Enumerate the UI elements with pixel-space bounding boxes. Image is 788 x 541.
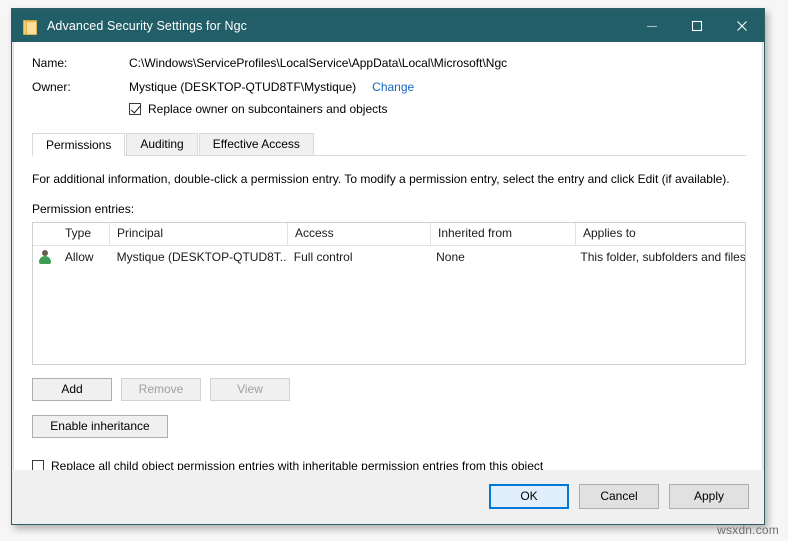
table-header-principal[interactable]: Principal: [110, 223, 288, 245]
table-header-applies-to[interactable]: Applies to: [576, 223, 745, 245]
name-label: Name:: [32, 56, 68, 70]
tab-permissions[interactable]: Permissions: [32, 133, 126, 156]
replace-owner-checkbox[interactable]: [129, 103, 141, 115]
row-access: Full control: [293, 249, 353, 264]
user-icon: [38, 249, 52, 264]
name-value: C:\Windows\ServiceProfiles\LocalService\…: [129, 56, 508, 70]
folder-icon: [22, 18, 38, 35]
row-applies-to: This folder, subfolders and files: [580, 249, 746, 264]
dialog-body: APPUALS Name: C:\Windows\ServiceProfiles…: [13, 42, 763, 470]
table-header-icon-spacer: [33, 223, 58, 245]
table-header-row: Type Principal Access Inherited from App…: [33, 223, 745, 246]
row-inherited-from: None: [436, 249, 465, 264]
replace-owner-label: Replace owner on subcontainers and objec…: [148, 102, 388, 116]
row-user-icon-cell: [33, 249, 58, 264]
replace-owner-checkbox-row[interactable]: Replace owner on subcontainers and objec…: [129, 102, 746, 116]
table-header-access[interactable]: Access: [288, 223, 431, 245]
table-header-inherited-from[interactable]: Inherited from: [431, 223, 576, 245]
tab-strip: Permissions Auditing Effective Access: [32, 132, 746, 156]
cancel-button[interactable]: Cancel: [579, 484, 659, 509]
remove-button: Remove: [121, 378, 201, 401]
permission-entries-label: Permission entries:: [32, 202, 135, 216]
wsxdn-watermark: wsxdn.com: [717, 523, 779, 537]
change-owner-link[interactable]: Change: [372, 80, 414, 94]
dialog-footer: OK Cancel Apply: [13, 470, 763, 523]
table-row[interactable]: Allow Mystique (DESKTOP-QTUD8T... Full c…: [33, 246, 745, 267]
row-type: Allow: [64, 249, 94, 264]
row-principal: Mystique (DESKTOP-QTUD8T...: [116, 249, 287, 264]
entry-action-buttons: Add Remove View: [32, 378, 746, 401]
window-title: Advanced Security Settings for Ngc: [47, 18, 248, 33]
apply-button[interactable]: Apply: [669, 484, 749, 509]
replace-all-child-label: Replace all child object permission entr…: [51, 459, 544, 470]
owner-row: Owner: Mystique (DESKTOP-QTUD8TF\Mystiqu…: [32, 80, 746, 94]
inheritance-button-row: Enable inheritance: [32, 415, 746, 438]
info-text: For additional information, double-click…: [32, 172, 730, 186]
dialog-content: Name: C:\Windows\ServiceProfiles\LocalSe…: [14, 42, 762, 470]
permission-entries-list[interactable]: Type Principal Access Inherited from App…: [32, 222, 746, 365]
replace-all-child-checkbox[interactable]: [32, 460, 44, 470]
maximize-button[interactable]: [674, 9, 719, 42]
caption-button-group: [629, 9, 764, 42]
tab-auditing[interactable]: Auditing: [126, 133, 198, 155]
owner-label: Owner:: [32, 80, 71, 94]
add-button[interactable]: Add: [32, 378, 112, 401]
enable-inheritance-button[interactable]: Enable inheritance: [32, 415, 168, 438]
close-button[interactable]: [719, 9, 764, 42]
tab-effective-access[interactable]: Effective Access: [198, 133, 314, 155]
replace-all-child-checkbox-row[interactable]: Replace all child object permission entr…: [32, 459, 746, 470]
owner-value: Mystique (DESKTOP-QTUD8TF\Mystique): [129, 80, 357, 94]
title-bar: Advanced Security Settings for Ngc: [12, 9, 764, 42]
view-button: View: [210, 378, 290, 401]
table-header-type[interactable]: Type: [58, 223, 110, 245]
ok-button[interactable]: OK: [489, 484, 569, 509]
name-row: Name: C:\Windows\ServiceProfiles\LocalSe…: [32, 56, 746, 70]
minimize-button[interactable]: [629, 9, 674, 42]
advanced-security-settings-dialog: Advanced Security Settings for Ngc Name:…: [11, 8, 765, 525]
